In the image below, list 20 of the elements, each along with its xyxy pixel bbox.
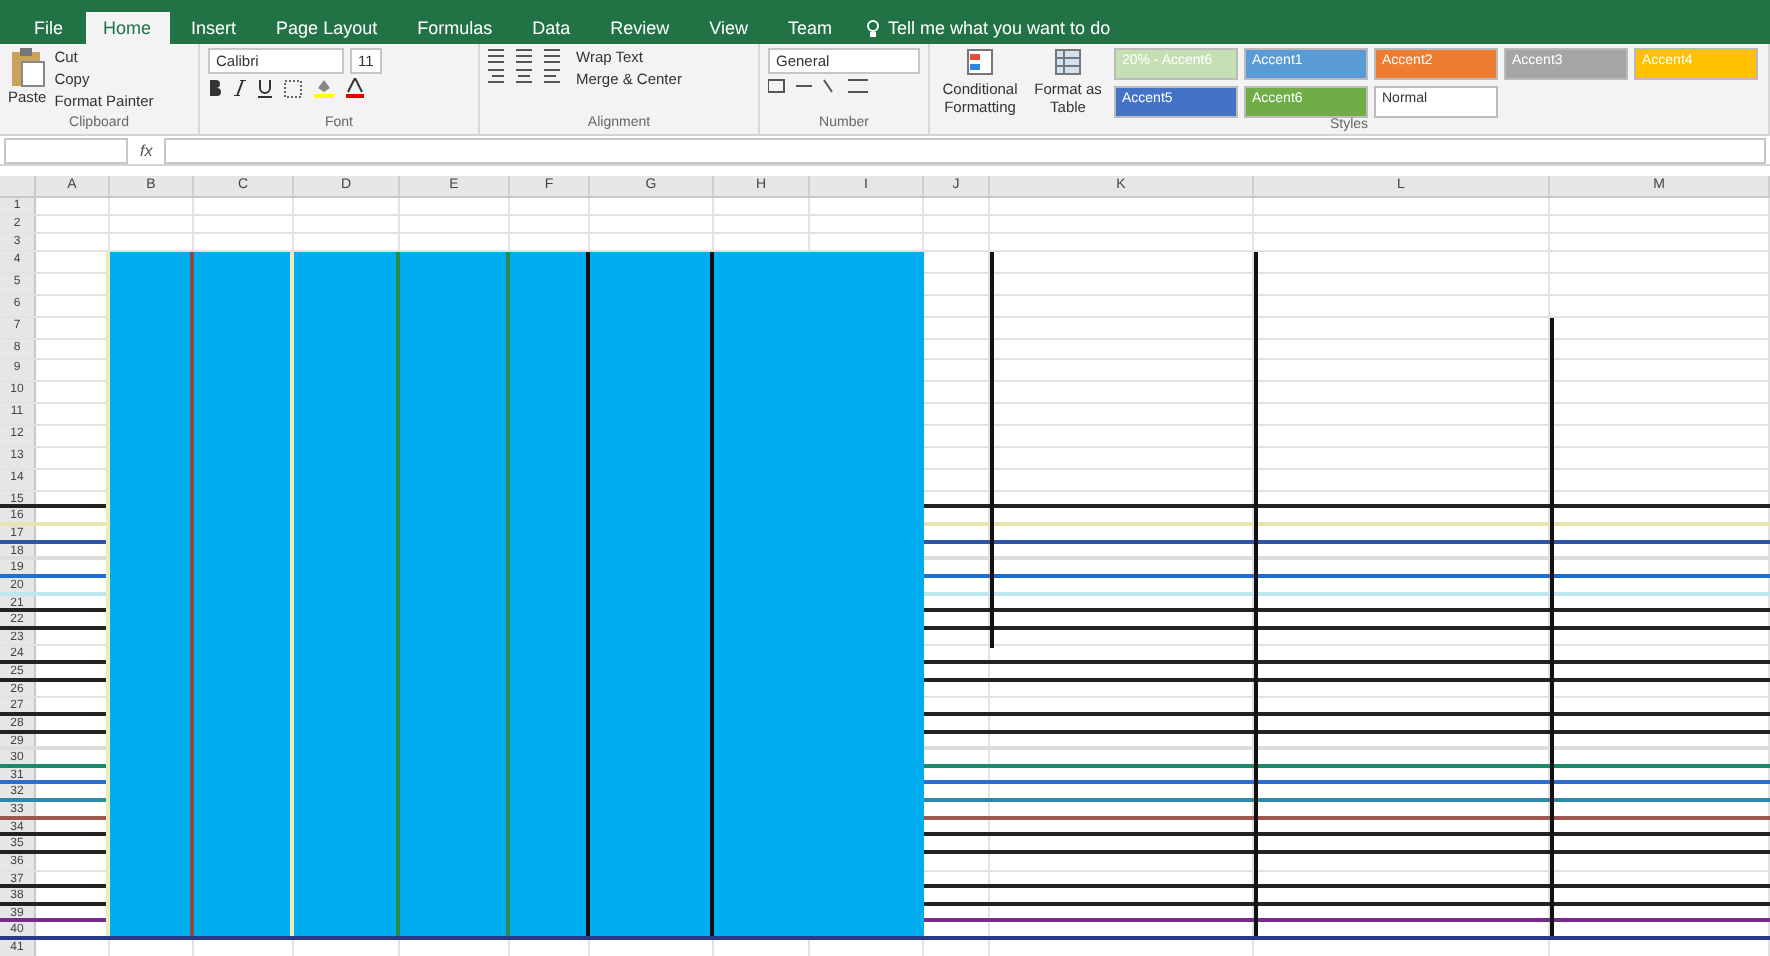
formula-field[interactable] <box>164 137 1766 163</box>
tell-me-field[interactable]: Tell me what you want to do <box>854 12 1123 44</box>
ribbon-tab[interactable]: File <box>16 12 82 44</box>
insert-function-button[interactable]: fx <box>140 141 153 159</box>
borders-icon[interactable] <box>284 79 302 97</box>
ribbon-tab[interactable]: Team <box>770 12 851 44</box>
italic-icon[interactable] <box>234 80 246 96</box>
ribbon-tab[interactable]: Insert <box>173 12 255 44</box>
font-color-icon[interactable] <box>346 78 364 98</box>
bold-icon[interactable] <box>208 80 222 96</box>
underline-icon[interactable] <box>258 79 272 97</box>
lightbulb-icon <box>866 19 881 37</box>
ribbon-tab[interactable]: Review <box>592 12 688 44</box>
ribbon-tab[interactable]: Data <box>514 12 589 44</box>
fill-color-icon[interactable] <box>314 78 334 98</box>
ribbon-tab[interactable]: Formulas <box>399 12 511 44</box>
ribbon-tab[interactable]: Home <box>85 12 170 44</box>
table-icon <box>1054 48 1082 76</box>
ribbon-tab[interactable]: View <box>691 12 766 44</box>
ribbon-tab[interactable]: Page Layout <box>258 12 396 44</box>
